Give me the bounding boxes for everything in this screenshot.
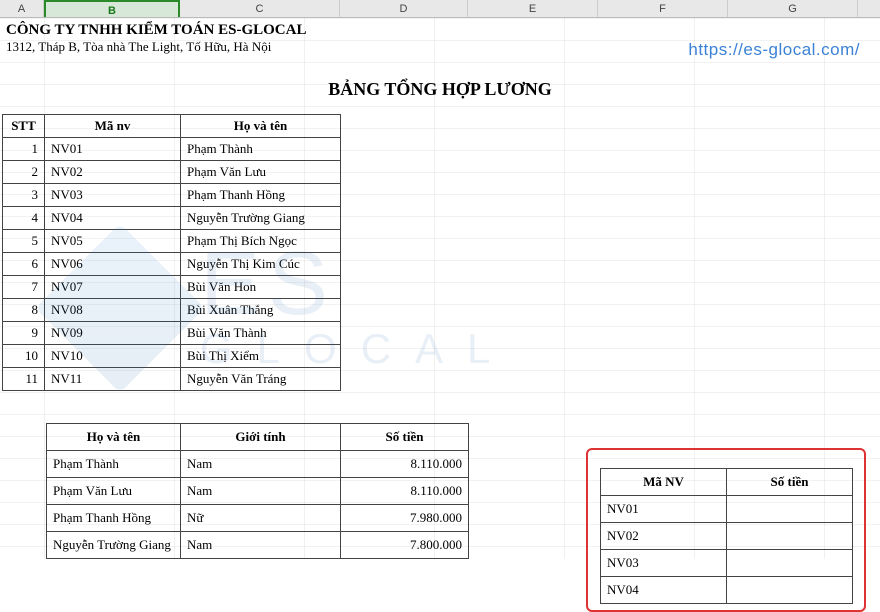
cell-ten[interactable]: Phạm Văn Lưu <box>47 478 181 505</box>
cell-ma[interactable]: NV05 <box>45 230 181 253</box>
cell-sotien[interactable]: 7.800.000 <box>341 532 469 559</box>
lookup-table: Mã NV Số tiền NV01NV02NV03NV04 <box>600 468 853 604</box>
cell-ten[interactable]: Nguyễn Văn Tráng <box>181 368 341 391</box>
table-row[interactable]: 9NV09Bùi Văn Thành <box>3 322 341 345</box>
header-sotien: Số tiền <box>341 424 469 451</box>
cell-gioitinh[interactable]: Nữ <box>181 505 341 532</box>
table-row[interactable]: 7NV07Bùi Văn Hon <box>3 276 341 299</box>
cell-stt[interactable]: 9 <box>3 322 45 345</box>
cell-stt[interactable]: 4 <box>3 207 45 230</box>
table-row[interactable]: 1NV01Phạm Thành <box>3 138 341 161</box>
cell-ten[interactable]: Nguyễn Trường Giang <box>47 532 181 559</box>
table-row[interactable]: NV03 <box>601 550 853 577</box>
header-sotien: Số tiền <box>727 469 853 496</box>
sheet-body: ES GLOCAL CÔNG TY TNHH KIỂM TOÁN ES-GLOC… <box>0 18 880 559</box>
table-row[interactable]: Phạm ThànhNam8.110.000 <box>47 451 469 478</box>
cell-ten[interactable]: Phạm Văn Lưu <box>181 161 341 184</box>
cell-ten[interactable]: Phạm Thành <box>47 451 181 478</box>
cell-stt[interactable]: 5 <box>3 230 45 253</box>
table-row[interactable]: NV01 <box>601 496 853 523</box>
table-header-row: STT Mã nv Họ và tên <box>3 115 341 138</box>
cell-sotien[interactable]: 7.980.000 <box>341 505 469 532</box>
page-title: BẢNG TỔNG HỢP LƯƠNG <box>0 61 880 114</box>
cell-manv[interactable]: NV02 <box>601 523 727 550</box>
cell-ma[interactable]: NV02 <box>45 161 181 184</box>
cell-stt[interactable]: 2 <box>3 161 45 184</box>
table-header-row: Mã NV Số tiền <box>601 469 853 496</box>
cell-ma[interactable]: NV08 <box>45 299 181 322</box>
cell-ten[interactable]: Nguyễn Trường Giang <box>181 207 341 230</box>
cell-stt[interactable]: 1 <box>3 138 45 161</box>
column-header-row: A B C D E F G <box>0 0 880 18</box>
cell-ma[interactable]: NV10 <box>45 345 181 368</box>
cell-sotien[interactable]: 8.110.000 <box>341 451 469 478</box>
cell-stt[interactable]: 10 <box>3 345 45 368</box>
table-row[interactable]: 2NV02Phạm Văn Lưu <box>3 161 341 184</box>
cell-sotien[interactable] <box>727 550 853 577</box>
cell-ma[interactable]: NV03 <box>45 184 181 207</box>
header-gioitinh: Giới tính <box>181 424 341 451</box>
cell-ma[interactable]: NV01 <box>45 138 181 161</box>
header-stt: STT <box>3 115 45 138</box>
header-manv: Mã NV <box>601 469 727 496</box>
cell-stt[interactable]: 7 <box>3 276 45 299</box>
col-header-c[interactable]: C <box>180 0 340 17</box>
cell-manv[interactable]: NV01 <box>601 496 727 523</box>
cell-sotien[interactable] <box>727 523 853 550</box>
cell-ma[interactable]: NV09 <box>45 322 181 345</box>
table-row[interactable]: NV04 <box>601 577 853 604</box>
cell-sotien[interactable] <box>727 496 853 523</box>
cell-ma[interactable]: NV07 <box>45 276 181 299</box>
cell-ten[interactable]: Bùi Xuân Thắng <box>181 299 341 322</box>
cell-ma[interactable]: NV04 <box>45 207 181 230</box>
spreadsheet-grid: A B C D E F G ES GLOCAL CÔNG TY TNHH KIỂ… <box>0 0 880 606</box>
table-header-row: Họ và tên Giới tính Số tiền <box>47 424 469 451</box>
cell-ten[interactable]: Phạm Thanh Hồng <box>181 184 341 207</box>
col-header-f[interactable]: F <box>598 0 728 17</box>
header-ten: Họ và tên <box>181 115 341 138</box>
cell-ten[interactable]: Bùi Văn Thành <box>181 322 341 345</box>
cell-ten[interactable]: Phạm Thanh Hồng <box>47 505 181 532</box>
col-header-g[interactable]: G <box>728 0 858 17</box>
cell-manv[interactable]: NV04 <box>601 577 727 604</box>
cell-ten[interactable]: Phạm Thành <box>181 138 341 161</box>
col-header-e[interactable]: E <box>468 0 598 17</box>
table-row[interactable]: 10NV10Bùi Thị Xiểm <box>3 345 341 368</box>
cell-gioitinh[interactable]: Nam <box>181 532 341 559</box>
cell-sotien[interactable]: 8.110.000 <box>341 478 469 505</box>
table-row[interactable]: NV02 <box>601 523 853 550</box>
salary-detail-table: Họ và tên Giới tính Số tiền Phạm ThànhNa… <box>46 423 469 559</box>
cell-ma[interactable]: NV11 <box>45 368 181 391</box>
table-row[interactable]: 3NV03Phạm Thanh Hồng <box>3 184 341 207</box>
cell-ten[interactable]: Bùi Thị Xiểm <box>181 345 341 368</box>
table-row[interactable]: Phạm Văn LưuNam8.110.000 <box>47 478 469 505</box>
cell-stt[interactable]: 8 <box>3 299 45 322</box>
header-ma: Mã nv <box>45 115 181 138</box>
cell-ten[interactable]: Bùi Văn Hon <box>181 276 341 299</box>
table-row[interactable]: 5NV05Phạm Thị Bích Ngọc <box>3 230 341 253</box>
table-row[interactable]: Nguyễn Trường GiangNam7.800.000 <box>47 532 469 559</box>
table-row[interactable]: 4NV04Nguyễn Trường Giang <box>3 207 341 230</box>
cell-stt[interactable]: 11 <box>3 368 45 391</box>
cell-gioitinh[interactable]: Nam <box>181 451 341 478</box>
cell-ten[interactable]: Nguyễn Thị Kim Cúc <box>181 253 341 276</box>
col-header-b[interactable]: B <box>44 0 180 17</box>
company-name: CÔNG TY TNHH KIỂM TOÁN ES-GLOCAL <box>0 18 880 39</box>
cell-stt[interactable]: 3 <box>3 184 45 207</box>
cell-ten[interactable]: Phạm Thị Bích Ngọc <box>181 230 341 253</box>
cell-ma[interactable]: NV06 <box>45 253 181 276</box>
col-header-d[interactable]: D <box>340 0 468 17</box>
employee-table: STT Mã nv Họ và tên 1NV01Phạm Thành2NV02… <box>2 114 341 391</box>
cell-stt[interactable]: 6 <box>3 253 45 276</box>
col-header-a[interactable]: A <box>0 0 44 17</box>
header-ten: Họ và tên <box>47 424 181 451</box>
table-row[interactable]: 8NV08Bùi Xuân Thắng <box>3 299 341 322</box>
table-row[interactable]: Phạm Thanh HồngNữ7.980.000 <box>47 505 469 532</box>
table-row[interactable]: 6NV06Nguyễn Thị Kim Cúc <box>3 253 341 276</box>
table-row[interactable]: 11NV11Nguyễn Văn Tráng <box>3 368 341 391</box>
cell-sotien[interactable] <box>727 577 853 604</box>
website-link[interactable]: https://es-glocal.com/ <box>688 40 860 60</box>
cell-manv[interactable]: NV03 <box>601 550 727 577</box>
cell-gioitinh[interactable]: Nam <box>181 478 341 505</box>
